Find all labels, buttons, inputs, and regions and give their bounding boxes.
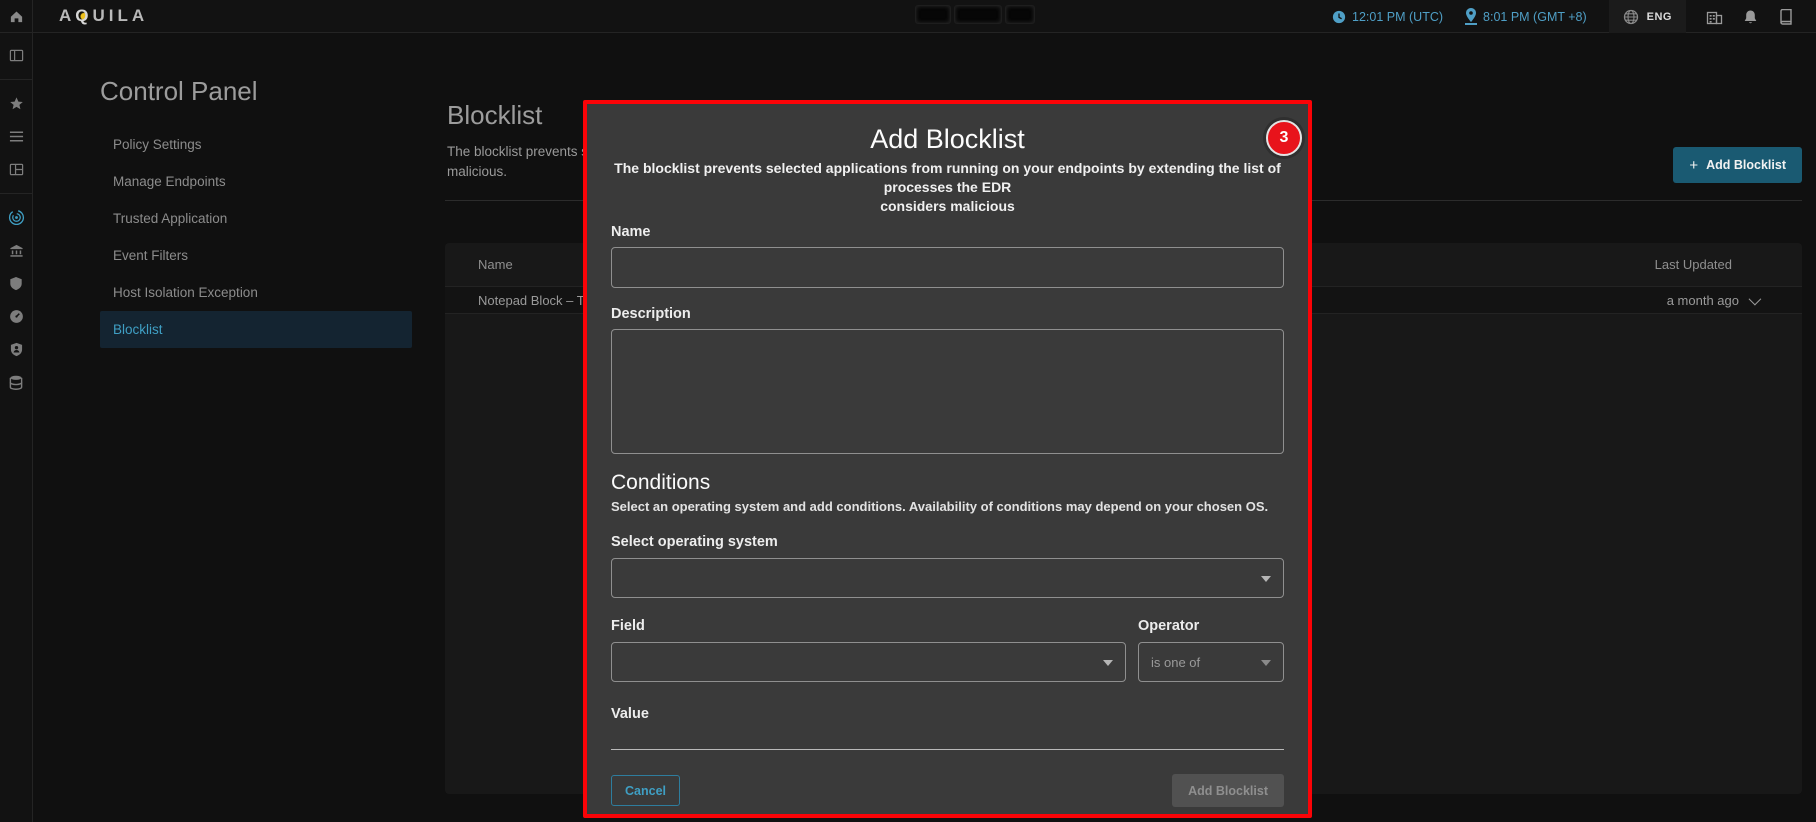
topbar-right-cluster: 12:01 PM (UTC) 8:01 PM (GMT +8) ENG xyxy=(1332,0,1810,33)
annotation-badge-3[interactable]: 3 xyxy=(1266,120,1302,156)
local-time-label: 8:01 PM (GMT +8) xyxy=(1483,10,1587,24)
agent-badge-icon[interactable] xyxy=(7,340,25,358)
value-input[interactable] xyxy=(611,726,1284,750)
description-input[interactable] xyxy=(611,329,1284,454)
nav-item-manage-endpoints[interactable]: Manage Endpoints xyxy=(100,163,412,200)
notifications-button[interactable] xyxy=(1738,5,1762,29)
menu-icon[interactable] xyxy=(7,127,25,145)
conditions-title: Conditions xyxy=(611,471,1284,495)
book-icon xyxy=(1779,9,1793,25)
description-label: Description xyxy=(611,306,1284,322)
caret-down-icon xyxy=(1103,660,1113,666)
home-icon xyxy=(9,9,24,24)
conditions-subtitle: Select an operating system and add condi… xyxy=(611,499,1284,514)
os-label: Select operating system xyxy=(611,534,1284,550)
bell-icon xyxy=(1743,9,1758,25)
app-logo: AQUILA xyxy=(59,6,148,26)
bank-icon[interactable] xyxy=(7,241,25,259)
organization-button[interactable] xyxy=(1702,5,1726,29)
rail-divider xyxy=(0,79,33,80)
language-selector[interactable]: ENG xyxy=(1609,0,1686,33)
modal-title: Add Blocklist xyxy=(611,124,1284,155)
name-label: Name xyxy=(611,224,1284,240)
logo-letter-a: A xyxy=(59,6,75,26)
modal-footer: Cancel Add Blocklist xyxy=(611,774,1284,807)
logo-letters: UILA xyxy=(93,6,149,26)
os-select[interactable] xyxy=(611,558,1284,598)
operator-select-value: is one of xyxy=(1151,655,1200,670)
row-name-cell: Notepad Block – T xyxy=(478,293,585,308)
nav-item-trusted-application[interactable]: Trusted Application xyxy=(100,200,412,237)
nav-item-event-filters[interactable]: Event Filters xyxy=(100,237,412,274)
page-title: Control Panel xyxy=(100,76,258,107)
column-header-name: Name xyxy=(478,257,513,272)
plus-icon: + xyxy=(1689,157,1698,174)
modal-subtitle-line1: The blocklist prevents selected applicat… xyxy=(611,159,1284,197)
modal-add-blocklist-button[interactable]: Add Blocklist xyxy=(1172,774,1284,807)
local-time-chip[interactable]: 8:01 PM (GMT +8) xyxy=(1465,8,1587,25)
rail-divider xyxy=(0,193,33,194)
column-header-last-updated: Last Updated xyxy=(1655,257,1732,272)
row-last-updated-cell: a month ago xyxy=(1667,293,1739,308)
database-icon[interactable] xyxy=(7,373,25,391)
modal-subtitle-line2: considers malicious xyxy=(611,197,1284,216)
globe-icon xyxy=(1623,9,1639,25)
gauge-icon[interactable] xyxy=(7,307,25,325)
star-icon[interactable] xyxy=(7,94,25,112)
location-pin-icon xyxy=(1465,8,1477,25)
add-blocklist-button-label: Add Blocklist xyxy=(1706,158,1786,172)
language-label: ENG xyxy=(1647,11,1672,23)
utc-time-chip[interactable]: 12:01 PM (UTC) xyxy=(1332,10,1443,24)
utc-time-label: 12:01 PM (UTC) xyxy=(1352,10,1443,24)
nav-item-host-isolation-exception[interactable]: Host Isolation Exception xyxy=(100,274,412,311)
redacted-text-block xyxy=(916,6,1034,23)
radar-icon-active[interactable] xyxy=(7,208,25,226)
add-blocklist-modal: 3 Add Blocklist The blocklist prevents s… xyxy=(583,100,1312,818)
control-panel-nav: Policy Settings Manage Endpoints Trusted… xyxy=(100,126,412,348)
dashboard-grid-icon[interactable] xyxy=(7,160,25,178)
nav-item-policy-settings[interactable]: Policy Settings xyxy=(100,126,412,163)
add-blocklist-button[interactable]: + Add Blocklist xyxy=(1673,147,1802,183)
docs-button[interactable] xyxy=(1774,5,1798,29)
nav-item-blocklist[interactable]: Blocklist xyxy=(100,311,412,348)
home-button[interactable] xyxy=(0,0,33,33)
field-select[interactable] xyxy=(611,642,1126,682)
logo-eye-icon: Q xyxy=(75,6,92,26)
shield-icon[interactable] xyxy=(7,274,25,292)
value-label: Value xyxy=(611,706,1284,722)
building-icon xyxy=(1706,9,1723,25)
field-label: Field xyxy=(611,618,1126,634)
app-root: AQUILA 12:01 PM (UTC) 8:01 PM (GMT +8) xyxy=(0,0,1816,822)
caret-down-icon xyxy=(1261,660,1271,666)
caret-down-icon xyxy=(1261,576,1271,582)
clock-icon xyxy=(1332,10,1346,24)
section-title: Blocklist xyxy=(447,100,542,131)
operator-label: Operator xyxy=(1138,618,1284,634)
name-input[interactable] xyxy=(611,247,1284,288)
top-bar: AQUILA 12:01 PM (UTC) 8:01 PM (GMT +8) xyxy=(0,0,1816,33)
chevron-down-icon[interactable] xyxy=(1749,292,1762,305)
icon-rail xyxy=(0,33,33,822)
cancel-button[interactable]: Cancel xyxy=(611,775,680,806)
modal-subtitle: The blocklist prevents selected applicat… xyxy=(611,159,1284,216)
operator-select[interactable]: is one of xyxy=(1138,642,1284,682)
field-operator-row: Field Operator is one of xyxy=(611,618,1284,682)
panel-toggle-icon[interactable] xyxy=(7,46,25,64)
